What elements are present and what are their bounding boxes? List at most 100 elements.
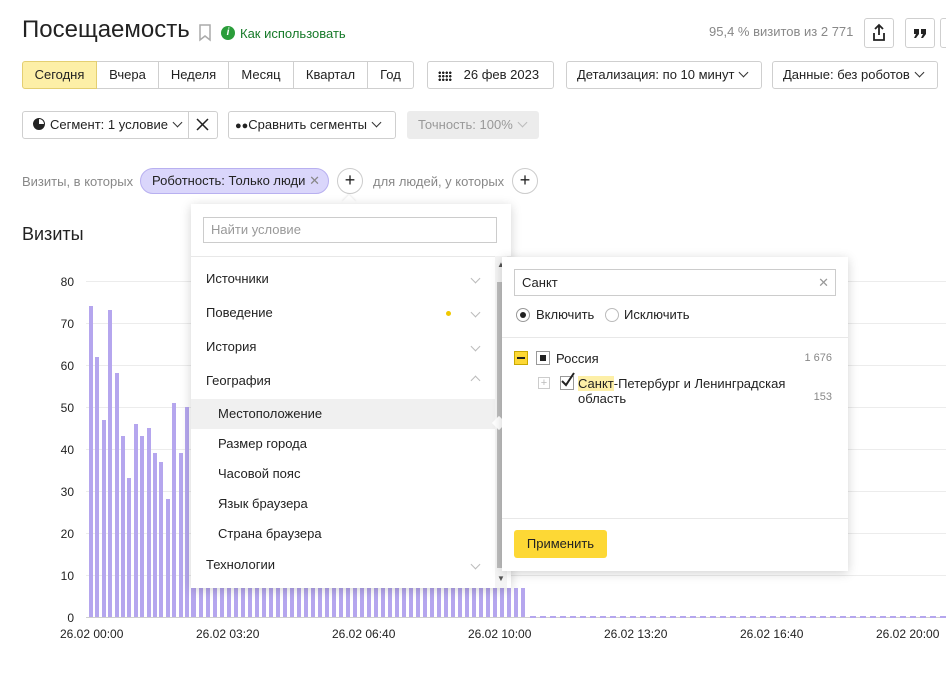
filter-chip-label: Роботность: Только люди [152, 173, 306, 188]
scroll-down-icon[interactable]: ▼ [497, 574, 505, 583]
y-tick-label: 60 [60, 359, 74, 373]
chevron-down-icon [172, 117, 183, 128]
chevron-down-icon [470, 559, 481, 570]
segment-button-label: Сегмент: 1 условие [50, 117, 168, 132]
menu-group-label: Технологии [206, 557, 276, 572]
collapse-icon[interactable] [514, 351, 528, 365]
segment-clear-button[interactable] [189, 111, 218, 139]
segment-button[interactable]: Сегмент: 1 условие [22, 111, 189, 139]
menu-item-browser-country[interactable]: Страна браузера [191, 519, 495, 549]
menu-group-label: Источники [206, 271, 269, 286]
menu-item-browser-language[interactable]: Язык браузера [191, 489, 495, 519]
more-button[interactable] [940, 18, 946, 48]
quote-icon [914, 29, 926, 38]
feedback-button[interactable] [905, 18, 935, 48]
checkbox-checked[interactable] [560, 372, 575, 390]
x-tick-label: 26.02 06:40 [332, 627, 396, 641]
pie-icon [33, 118, 45, 130]
tree-row-region[interactable]: + Санкт-Петербург и Ленинградская область… [538, 372, 832, 407]
chevron-down-icon [470, 273, 481, 284]
date-picker-button[interactable]: 26 фев 2023 [427, 61, 554, 89]
compare-icon: ●● [235, 120, 249, 132]
chevron-down-icon [470, 341, 481, 352]
chart-bar [114, 373, 119, 617]
chart-bar [121, 436, 125, 617]
menu-group-label: Поведение [206, 305, 273, 320]
y-tick-label: 10 [60, 569, 74, 583]
accuracy-button-label: Точность: 100% [418, 117, 513, 132]
y-tick-label: 50 [60, 401, 74, 415]
partial-checkbox[interactable] [536, 351, 550, 365]
chevron-up-icon [470, 375, 481, 386]
chart-bar [89, 306, 93, 617]
exclude-radio[interactable]: Исключить [605, 307, 690, 322]
detail-select[interactable]: Детализация: по 10 минут [566, 61, 762, 89]
help-link[interactable]: i Как использовать [221, 25, 346, 41]
apply-button[interactable]: Применить [514, 530, 607, 558]
add-people-condition-button[interactable]: + [512, 168, 538, 194]
x-tick-label: 26.02 00:00 [60, 627, 124, 641]
visits-info: 95,4 % визитов из 2 771 [709, 24, 854, 39]
x-tick-label: 26.02 03:20 [196, 627, 260, 641]
include-radio[interactable]: Включить [516, 307, 594, 322]
y-tick-label: 40 [60, 443, 74, 457]
period-month[interactable]: Месяц [229, 61, 294, 89]
chart-bar [153, 453, 157, 617]
tree-row-country[interactable]: Россия 1 676 [514, 350, 832, 368]
period-year[interactable]: Год [368, 61, 414, 89]
calendar-icon [438, 70, 452, 81]
compare-segments-button[interactable]: ●●Сравнить сегменты [228, 111, 396, 139]
chart-title: Визиты [22, 224, 84, 244]
x-tick-label: 26.02 10:00 [468, 627, 532, 641]
region-label-rest: -Петербург и Ленинградская [613, 376, 786, 391]
condition-search-input[interactable]: Найти условие [203, 217, 497, 243]
bookmark-icon[interactable] [198, 24, 212, 42]
chevron-down-icon [517, 117, 528, 128]
menu-item-timezone[interactable]: Часовой пояс [191, 459, 495, 489]
chevron-down-icon [738, 67, 749, 78]
menu-item-city-size[interactable]: Размер города [191, 429, 495, 459]
radio-checked-icon [516, 307, 530, 322]
chart-bar [108, 310, 113, 617]
location-search-input[interactable]: Санкт ✕ [514, 269, 836, 296]
close-icon [196, 118, 209, 131]
x-tick-label: 26.02 13:20 [604, 627, 668, 641]
expand-icon[interactable]: + [538, 377, 550, 389]
clear-icon[interactable]: ✕ [818, 270, 829, 295]
region-label: Санкт-Петербург и Ленинградская область [578, 376, 798, 406]
menu-item-label: Местоположение [218, 406, 323, 421]
chart-bar [178, 453, 183, 617]
accuracy-button[interactable]: Точность: 100% [407, 111, 539, 139]
apply-button-label: Применить [526, 536, 595, 551]
exclude-radio-label: Исключить [624, 307, 690, 322]
menu-group-sources[interactable]: Источники [191, 264, 495, 294]
condition-menu: Найти условие Источники Поведение Истори… [191, 204, 511, 588]
x-tick-label: 26.02 20:00 [876, 627, 940, 641]
data-select-label: Данные: без роботов [783, 67, 910, 82]
period-week[interactable]: Неделя [159, 61, 229, 89]
info-icon: i [221, 26, 235, 40]
menu-group-technologies[interactable]: Технологии [191, 550, 495, 580]
menu-group-geography[interactable]: География [191, 366, 495, 396]
menu-group-behavior[interactable]: Поведение [191, 298, 495, 328]
chart-bar [133, 423, 138, 617]
menu-item-location[interactable]: Местоположение [191, 399, 495, 429]
period-yesterday[interactable]: Вчера [97, 61, 159, 89]
region-label-rest2: область [578, 391, 627, 406]
chart-bar [101, 419, 106, 617]
y-tick-label: 30 [60, 485, 74, 499]
period-today[interactable]: Сегодня [22, 61, 97, 89]
hidden-bars-region [192, 588, 528, 617]
filter-chip[interactable]: Роботность: Только люди ✕ [140, 168, 329, 194]
detail-select-label: Детализация: по 10 минут [577, 67, 735, 82]
menu-item-label: Размер города [218, 436, 307, 451]
data-select[interactable]: Данные: без роботов [772, 61, 938, 89]
check-icon [561, 372, 575, 387]
chip-close-icon[interactable]: ✕ [309, 169, 320, 193]
menu-group-history[interactable]: История [191, 332, 495, 362]
export-button[interactable] [864, 18, 894, 48]
chevron-down-icon [470, 307, 481, 318]
period-quarter[interactable]: Квартал [294, 61, 368, 89]
add-condition-button[interactable]: + [337, 168, 363, 194]
compare-button-label: Сравнить сегменты [248, 117, 367, 132]
